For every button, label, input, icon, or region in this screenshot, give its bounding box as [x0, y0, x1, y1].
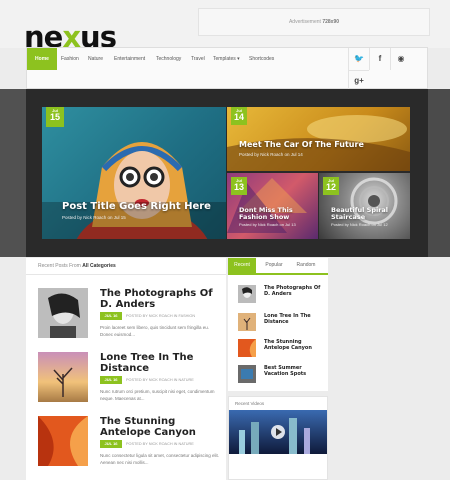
tab-random[interactable]: Random [292, 258, 320, 273]
post-thumbnail[interactable] [38, 352, 88, 402]
featured-bottom-right[interactable]: Jul 12 Beautiful Spiral Staircase Posted … [319, 173, 410, 239]
post-title[interactable]: The Photographs Of D. Anders [100, 288, 224, 310]
facebook-icon[interactable]: f [369, 48, 390, 70]
sidebar-item-title[interactable]: The Photographs Of D. Anders [264, 285, 324, 297]
recent-posts-header: Recent Posts From All Categories [26, 258, 226, 275]
post-meta: POSTED BY NICK ROACH IN NATURE [126, 378, 194, 382]
recent-videos: Recent Videos [228, 396, 328, 480]
sidebar-item-title[interactable]: The Stunning Antelope Canyon [264, 339, 324, 351]
post-excerpt: Proin laoreet sem libero, quis tincidunt… [100, 325, 210, 337]
featured-bottom-right-title[interactable]: Beautiful Spiral Staircase [331, 207, 407, 221]
post-item[interactable]: The Photographs Of D. Anders JUL 16 POST… [38, 288, 228, 352]
sidebar-item[interactable]: Best Summer Vacation Spots [238, 365, 326, 389]
post-date: JUL 16 [100, 312, 122, 320]
sidebar-tabs: Recent Popular Random [228, 258, 328, 275]
featured-bottom-left-meta: Posted by Nick Roach on Jul 13 [239, 222, 296, 227]
nav-item-templates[interactable]: Templates ▾ [213, 48, 240, 70]
post-meta: POSTED BY NICK ROACH IN FASHION [126, 314, 196, 318]
featured-main-date: Jul 15 [46, 107, 64, 127]
post-thumbnail[interactable] [38, 416, 88, 466]
post-date: JUL 16 [100, 440, 122, 448]
sidebar-item[interactable]: The Photographs Of D. Anders [238, 285, 326, 309]
nav-item-home[interactable]: Home [27, 48, 57, 70]
video-thumbnail[interactable] [229, 410, 327, 454]
featured-top-right[interactable]: Jul 14 Meet The Car Of The Future Posted … [227, 107, 410, 171]
nav-item-nature[interactable]: Nature [88, 48, 103, 70]
post-item[interactable]: Lone Tree In The Distance JUL 16 POSTED … [38, 352, 228, 416]
sidebar-thumbnail[interactable] [238, 285, 256, 303]
post-excerpt: Nunc consectetur ligula sit amet, consec… [100, 453, 220, 465]
nav-menu: Home Fashion Nature Entertainment Techno… [27, 48, 347, 70]
sidebar-item-title[interactable]: Lone Tree In The Distance [264, 313, 324, 325]
recent-posts-label: Recent Posts From [38, 263, 81, 269]
post-title[interactable]: Lone Tree In The Distance [100, 352, 224, 374]
page-background-right [330, 258, 450, 480]
post-item[interactable]: The Stunning Antelope Canyon JUL 16 POST… [38, 416, 228, 480]
sidebar-item[interactable]: The Stunning Antelope Canyon [238, 339, 326, 363]
featured-main[interactable]: Jul 15 Post Title Goes Right Here Posted … [42, 107, 226, 239]
nav-item-travel[interactable]: Travel [191, 48, 205, 70]
post-excerpt: Nunc rutrum orci pretium, suscipit nisi … [100, 389, 215, 401]
featured-bottom-left-date: Jul 13 [231, 177, 247, 195]
featured-bottom-left-title[interactable]: Dont Miss This Fashion Show [239, 207, 315, 221]
featured-bottom-left[interactable]: Jul 13 Dont Miss This Fashion Show Posted… [227, 173, 318, 239]
nav-item-technology[interactable]: Technology [156, 48, 181, 70]
featured-top-right-meta: Posted by Nick Roach on Jul 14 [239, 152, 303, 157]
ad-banner[interactable]: Advertisement 728x90 [198, 8, 430, 36]
sidebar-thumbnail[interactable] [238, 313, 256, 331]
featured-top-right-date: Jul 14 [231, 107, 247, 125]
tab-popular[interactable]: Popular [260, 258, 288, 273]
sidebar-item[interactable]: Lone Tree In The Distance [238, 313, 326, 337]
sidebar-item-title[interactable]: Best Summer Vacation Spots [264, 365, 324, 377]
nav-item-shortcodes[interactable]: Shortcodes [249, 48, 274, 70]
sidebar-list: The Photographs Of D. Anders Lone Tree I… [228, 275, 328, 391]
post-date: JUL 16 [100, 376, 122, 384]
featured-top-right-image [227, 115, 410, 171]
featured-main-title[interactable]: Post Title Goes Right Here [62, 201, 222, 213]
sidebar: Recent Popular Random The Photographs Of… [228, 258, 328, 480]
nav-item-fashion[interactable]: Fashion [61, 48, 79, 70]
post-title[interactable]: The Stunning Antelope Canyon [100, 416, 224, 438]
featured-main-meta: Posted by Nick Roach on Jul 15 [62, 215, 126, 220]
google-plus-icon[interactable]: g+ [348, 70, 369, 91]
sidebar-thumbnail[interactable] [238, 339, 256, 357]
category-filter[interactable]: All Categories [82, 263, 116, 269]
twitter-icon[interactable]: 🐦 [348, 48, 369, 70]
nav-item-entertainment[interactable]: Entertainment [114, 48, 145, 70]
sidebar-thumbnail[interactable] [238, 365, 256, 383]
recent-videos-heading: Recent Videos [235, 401, 265, 406]
post-meta: POSTED BY NICK ROACH IN NATURE [126, 442, 194, 446]
main-navigation: Home Fashion Nature Entertainment Techno… [26, 47, 428, 91]
recent-posts: Recent Posts From All Categories The Pho… [26, 258, 226, 480]
featured-bottom-right-date: Jul 12 [323, 177, 339, 195]
featured-top-right-title[interactable]: Meet The Car Of The Future [239, 140, 407, 149]
featured-bottom-right-meta: Posted by Nick Roach on Jul 12 [331, 222, 388, 227]
tab-recent[interactable]: Recent [228, 258, 256, 273]
rss-icon[interactable]: ◉ [390, 48, 411, 70]
post-thumbnail[interactable] [38, 288, 88, 338]
